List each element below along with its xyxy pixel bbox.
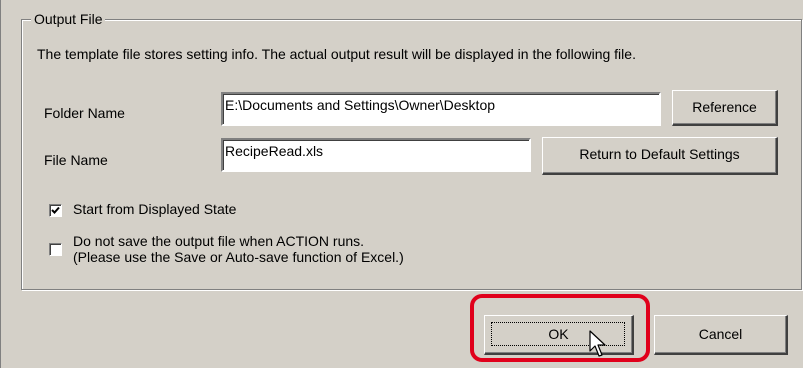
reference-button[interactable]: Reference — [672, 90, 778, 126]
output-file-group-title: Output File — [31, 10, 106, 28]
mouse-pointer-icon — [589, 330, 607, 361]
folder-name-label: Folder Name — [44, 105, 125, 121]
output-file-description: The template file stores setting info. T… — [37, 46, 636, 62]
checkmark-icon — [51, 206, 60, 214]
start-from-displayed-state-checkbox[interactable] — [49, 204, 62, 217]
file-name-field[interactable]: RecipeRead.xls — [221, 138, 531, 172]
start-from-displayed-state-label: Start from Displayed State — [73, 201, 237, 217]
ok-button-highlight-outline — [470, 294, 650, 362]
folder-name-field[interactable]: E:\Documents and Settings\Owner\Desktop — [221, 92, 661, 126]
file-name-label: File Name — [44, 152, 108, 168]
output-settings-dialog: Output File The template file stores set… — [0, 0, 803, 368]
do-not-save-output-label-line2: (Please use the Save or Auto-save functi… — [73, 249, 404, 265]
do-not-save-output-checkbox[interactable] — [49, 243, 62, 256]
cancel-button[interactable]: Cancel — [654, 315, 788, 355]
return-to-default-settings-button[interactable]: Return to Default Settings — [542, 137, 778, 175]
